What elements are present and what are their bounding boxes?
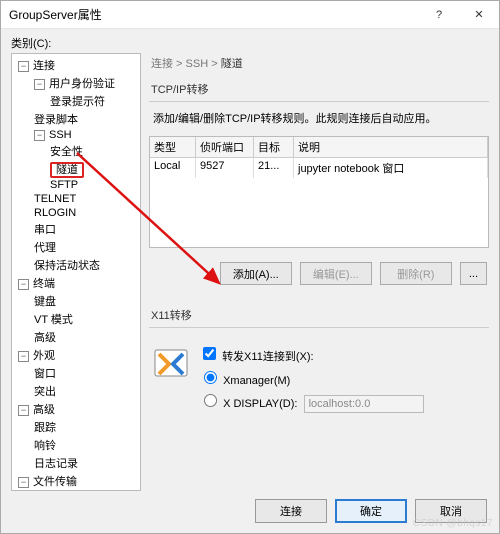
collapse-icon[interactable]: − <box>34 79 45 90</box>
tree-node-login-prompt[interactable]: 登录提示符 <box>12 92 140 110</box>
collapse-icon[interactable]: − <box>18 279 29 290</box>
more-button[interactable]: ... <box>460 262 487 285</box>
tree-node-ssh[interactable]: −SSH <box>12 128 140 142</box>
divider <box>149 101 489 102</box>
forward-rules-table[interactable]: 类型 侦听端口 目标 说明 Local 9527 21... jupyter n… <box>149 136 489 248</box>
collapse-icon[interactable]: − <box>18 61 29 72</box>
tree-node-xymodem[interactable]: X/YMODEM <box>12 490 140 491</box>
tree-node-advanced1[interactable]: 高级 <box>12 328 140 346</box>
add-button[interactable]: 添加(A)... <box>220 262 292 285</box>
tree-node-tunnel[interactable]: 隧道 <box>12 160 140 178</box>
tree-node-keyboard[interactable]: 键盘 <box>12 292 140 310</box>
x11-icon <box>153 346 189 382</box>
col-listen: 侦听端口 <box>196 137 254 157</box>
tree-node-rlogin[interactable]: RLOGIN <box>12 206 140 220</box>
tree-node-telnet[interactable]: TELNET <box>12 192 140 206</box>
table-row[interactable]: Local 9527 21... jupyter notebook 窗口 <box>150 158 488 178</box>
delete-button[interactable]: 删除(R) <box>380 262 452 285</box>
tree-node-connection[interactable]: −连接 <box>12 56 140 74</box>
tree-node-bell[interactable]: 响铃 <box>12 436 140 454</box>
tunnel-panel: 连接 > SSH > 隧道 TCP/IP转移 添加/编辑/删除TCP/IP转移规… <box>149 53 489 489</box>
tree-node-highlight[interactable]: 突出 <box>12 382 140 400</box>
edit-button[interactable]: 编辑(E)... <box>300 262 372 285</box>
titlebar: GroupServer属性 ? ✕ <box>1 1 499 29</box>
tree-node-adv[interactable]: −高级 <box>12 400 140 418</box>
table-buttons: 添加(A)... 编辑(E)... 删除(R) ... <box>149 262 487 285</box>
x11-title: X11转移 <box>151 307 489 323</box>
tree-node-login-script[interactable]: 登录脚本 <box>12 110 140 128</box>
collapse-icon[interactable]: − <box>18 477 29 488</box>
properties-dialog: GroupServer属性 ? ✕ 类别(C): −连接 −用户身份验证 登录提… <box>0 0 500 534</box>
breadcrumb: 连接 > SSH > 隧道 <box>149 53 489 79</box>
collapse-icon[interactable]: − <box>34 130 45 141</box>
divider <box>149 327 489 328</box>
tree-node-proxy[interactable]: 代理 <box>12 238 140 256</box>
collapse-icon[interactable]: − <box>18 405 29 416</box>
x11-display-field[interactable] <box>304 395 424 413</box>
category-tree[interactable]: −连接 −用户身份验证 登录提示符 登录脚本 −SSH 安全性 隧道 SFTP … <box>11 53 141 491</box>
col-type: 类型 <box>150 137 196 157</box>
tcpip-forward-desc: 添加/编辑/删除TCP/IP转移规则。此规则连接后自动应用。 <box>149 110 489 136</box>
tree-node-window[interactable]: 窗口 <box>12 364 140 382</box>
x11-xmanager-radio[interactable]: Xmanager(M) <box>199 366 424 389</box>
x11-options: 转发X11连接到(X): Xmanager(M) X DISPLAY(D): <box>199 342 424 415</box>
tree-node-filetransfer[interactable]: −文件传输 <box>12 472 140 490</box>
tree-node-appearance[interactable]: −外观 <box>12 346 140 364</box>
tree-node-serial[interactable]: 串口 <box>12 220 140 238</box>
x11-display-radio[interactable]: X DISPLAY(D): <box>199 389 424 415</box>
x11-section: X11转移 转发X11连接到(X): Xmanager(M) X DISPLAY… <box>149 307 489 421</box>
tree-node-vtmode[interactable]: VT 模式 <box>12 310 140 328</box>
category-label: 类别(C): <box>11 35 51 51</box>
dialog-title: GroupServer属性 <box>9 6 419 23</box>
tree-node-trace[interactable]: 跟踪 <box>12 418 140 436</box>
connect-button[interactable]: 连接 <box>255 499 327 523</box>
collapse-icon[interactable]: − <box>18 351 29 362</box>
x11-forward-checkbox[interactable]: 转发X11连接到(X): <box>199 342 424 366</box>
col-desc: 说明 <box>294 137 488 157</box>
table-header: 类型 侦听端口 目标 说明 <box>150 137 488 158</box>
tree-node-auth[interactable]: −用户身份验证 <box>12 74 140 92</box>
tcpip-forward-title: TCP/IP转移 <box>151 81 489 97</box>
col-target: 目标 <box>254 137 294 157</box>
watermark: CSDN @bhqs17 <box>413 518 493 529</box>
tree-node-logging[interactable]: 日志记录 <box>12 454 140 472</box>
tree-node-terminal[interactable]: −终端 <box>12 274 140 292</box>
tree-node-sftp[interactable]: SFTP <box>12 178 140 192</box>
tree-node-keepalive[interactable]: 保持活动状态 <box>12 256 140 274</box>
tree-node-security[interactable]: 安全性 <box>12 142 140 160</box>
help-button[interactable]: ? <box>419 1 459 29</box>
close-button[interactable]: ✕ <box>459 1 499 29</box>
ok-button[interactable]: 确定 <box>335 499 407 523</box>
